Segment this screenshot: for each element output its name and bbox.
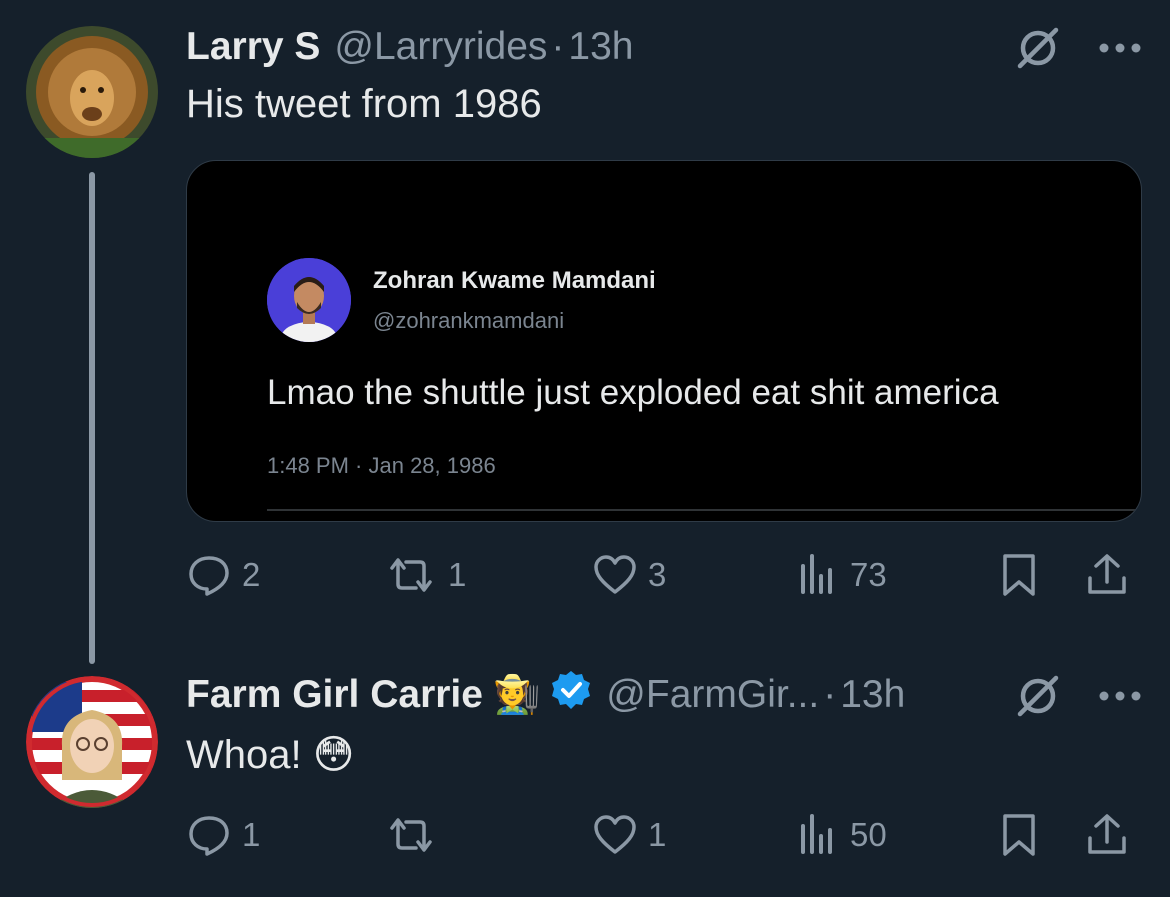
bookmark-icon: [996, 552, 1042, 598]
views-button[interactable]: 73: [794, 550, 887, 600]
no-sign-icon[interactable]: [1014, 672, 1062, 725]
share-icon: [1084, 812, 1130, 858]
view-count: 73: [850, 556, 887, 593]
repost-count: 1: [448, 556, 467, 593]
reply-button[interactable]: 2: [186, 550, 260, 600]
post-header: Farm Girl Carrie 🧑‍🌾 @FarmGir... · 13h: [186, 670, 905, 720]
bookmark-button[interactable]: [996, 810, 1042, 860]
embed-author-name: Zohran Kwame Mamdani: [373, 267, 656, 294]
repost-button[interactable]: [384, 810, 448, 860]
share-icon: [1084, 552, 1130, 598]
bookmark-button[interactable]: [996, 550, 1042, 600]
action-bar: 1 1 50: [186, 810, 1146, 860]
repost-icon: [384, 812, 438, 858]
avatar[interactable]: [26, 676, 158, 808]
heart-icon: [592, 812, 638, 858]
like-button[interactable]: 3: [592, 550, 666, 600]
timestamp[interactable]: 13h: [568, 25, 633, 69]
reply-button[interactable]: 1: [186, 810, 260, 860]
more-icon[interactable]: [1096, 689, 1144, 708]
views-button[interactable]: 50: [794, 810, 887, 860]
reply-count: 2: [242, 556, 261, 593]
bar-chart-icon: [794, 812, 840, 858]
post-text: His tweet from 1986: [186, 82, 542, 126]
post-farm-girl-carrie[interactable]: Farm Girl Carrie 🧑‍🌾 @FarmGir... · 13h: [0, 660, 1170, 897]
thread-line: [89, 172, 95, 664]
no-sign-icon[interactable]: [1014, 24, 1062, 77]
farmer-emoji: 🧑‍🌾: [492, 674, 541, 716]
repost-icon: [384, 552, 438, 598]
verified-badge-icon: [550, 669, 592, 721]
reply-count: 1: [242, 816, 261, 853]
separator-dot: ·: [551, 25, 565, 68]
like-count: 3: [648, 556, 667, 593]
repost-button[interactable]: 1: [384, 550, 466, 600]
separator-dot: ·: [823, 673, 837, 716]
heart-icon: [592, 552, 638, 598]
timestamp[interactable]: 13h: [840, 673, 905, 717]
display-name[interactable]: Larry S: [186, 25, 320, 69]
reply-icon: [186, 552, 232, 598]
avatar[interactable]: [26, 26, 158, 158]
avatar: [267, 258, 351, 342]
like-count: 1: [648, 816, 667, 853]
embed-datetime: 1:48 PM · Jan 28, 1986: [267, 453, 496, 478]
embed-author-handle: @zohrankmamdani: [373, 308, 565, 333]
bar-chart-icon: [794, 552, 840, 598]
post-top-icons: [1014, 672, 1144, 725]
bookmark-icon: [996, 812, 1042, 858]
embedded-screenshot[interactable]: Zohran Kwame Mamdani @zohrankmamdani Lma…: [186, 160, 1142, 522]
handle[interactable]: @Larryrides: [334, 25, 547, 69]
view-count: 50: [850, 816, 887, 853]
post-top-icons: [1014, 24, 1144, 77]
handle[interactable]: @FarmGir...: [606, 673, 819, 717]
like-button[interactable]: 1: [592, 810, 666, 860]
post-text: Whoa! 😳: [186, 733, 355, 777]
more-icon[interactable]: [1096, 41, 1144, 60]
divider: [267, 509, 1141, 511]
post-larry[interactable]: Larry S @Larryrides · 13h His tweet from…: [0, 0, 1170, 664]
embed-text: Lmao the shuttle just exploded eat shit …: [267, 373, 999, 412]
share-button[interactable]: [1084, 550, 1130, 600]
reply-icon: [186, 812, 232, 858]
share-button[interactable]: [1084, 810, 1130, 860]
post-header: Larry S @Larryrides · 13h: [186, 22, 633, 72]
display-name[interactable]: Farm Girl Carrie: [186, 673, 483, 717]
action-bar: 2 1 3 73: [186, 550, 1146, 600]
